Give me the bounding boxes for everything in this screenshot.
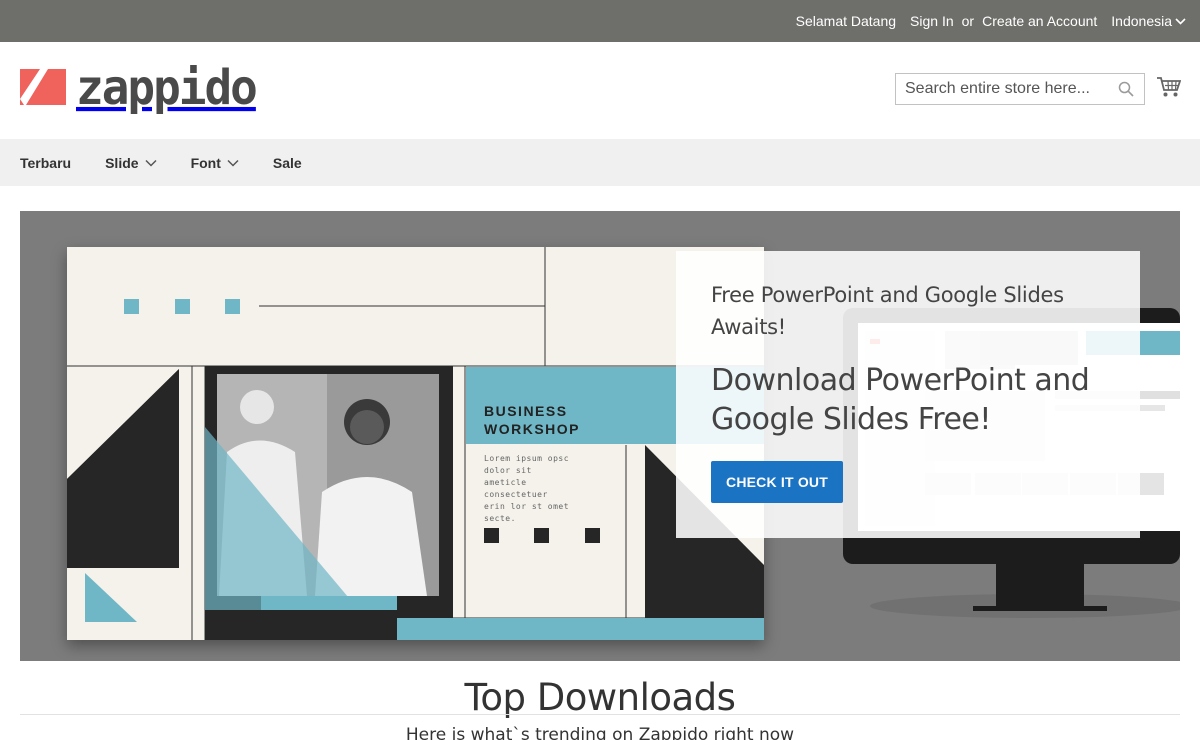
- chevron-down-icon: [1175, 17, 1186, 25]
- slide-body-text: Lorem ipsum opsc dolor sit ameticle cons…: [484, 454, 570, 523]
- top-links: Selamat Datang Sign In or Create an Acco…: [796, 0, 1186, 42]
- top-bar: Selamat Datang Sign In or Create an Acco…: [0, 0, 1200, 42]
- section-subtitle: Here is what`s trending on Zappido right…: [405, 725, 795, 740]
- site-logo[interactable]: zappido: [20, 58, 258, 116]
- section-divider: [20, 714, 1180, 715]
- nav-item-label: Slide: [105, 154, 139, 171]
- welcome-text: Selamat Datang: [795, 13, 897, 29]
- nav-item-sale[interactable]: Sale: [273, 155, 302, 171]
- nav-item-slide[interactable]: Slide: [105, 154, 157, 171]
- language-switcher[interactable]: Indonesia: [1111, 13, 1186, 29]
- search-box: [895, 73, 1145, 105]
- create-account-link[interactable]: Create an Account: [982, 13, 1097, 29]
- search-icon[interactable]: [1118, 81, 1134, 97]
- slide-title: BUSINESS WORKSHOP: [484, 402, 684, 438]
- chevron-down-icon: [145, 159, 157, 167]
- shopping-cart-icon[interactable]: [1157, 76, 1181, 98]
- section-title: Top Downloads: [464, 676, 736, 719]
- nav-item-label: Font: [190, 154, 221, 171]
- chevron-down-icon: [227, 159, 239, 167]
- slide-title-line1: BUSINESS: [484, 403, 568, 419]
- promo-panel: Free PowerPoint and Google Slides Awaits…: [676, 251, 1140, 538]
- promo-title: Download PowerPoint and Google Slides Fr…: [711, 363, 1090, 437]
- nav-item-label: Terbaru: [20, 154, 72, 171]
- check-it-out-button[interactable]: CHECK IT OUT: [711, 461, 843, 503]
- nav-item-font[interactable]: Font: [191, 155, 239, 171]
- slide-title-line2: WORKSHOP: [484, 421, 580, 437]
- hero-banner[interactable]: BUSINESS WORKSHOP Lorem ipsum opsc dolor…: [20, 211, 1180, 661]
- main-nav: Terbaru Slide Font Sale: [0, 139, 1200, 186]
- nav-item-terbaru[interactable]: Terbaru: [20, 155, 71, 171]
- slide-preview: BUSINESS WORKSHOP Lorem ipsum opsc dolor…: [67, 247, 764, 640]
- slide-graphics: [67, 247, 764, 640]
- search-input[interactable]: [896, 74, 1106, 104]
- nav-item-label: Sale: [272, 154, 302, 171]
- sign-in-link[interactable]: Sign In: [910, 13, 954, 29]
- site-header: zappido: [0, 42, 1200, 139]
- or-text: or: [961, 13, 975, 29]
- language-label: Indonesia: [1111, 13, 1172, 29]
- promo-subtitle: Free PowerPoint and Google Slides Awaits…: [711, 283, 1064, 339]
- zappido-logo-mark-icon: [20, 69, 66, 105]
- logo-wordmark: zappido: [76, 58, 258, 116]
